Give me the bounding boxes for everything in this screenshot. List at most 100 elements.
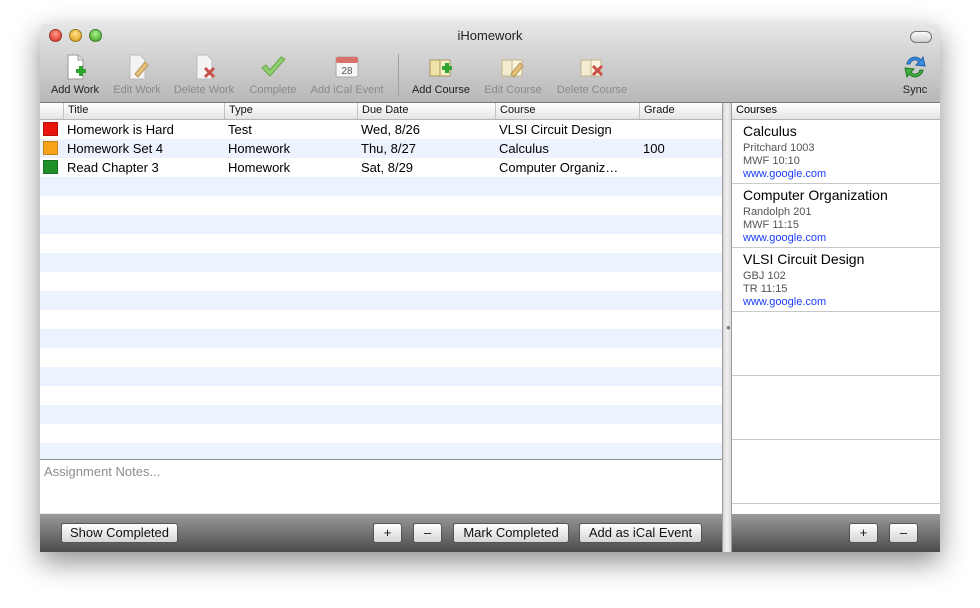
column-header-course[interactable]: Course bbox=[500, 104, 535, 116]
row-title: Homework is Hard bbox=[67, 122, 174, 137]
mark-completed-button[interactable]: Mark Completed bbox=[453, 523, 569, 543]
row-due-date: Wed, 8/26 bbox=[361, 122, 421, 137]
row-stripe bbox=[40, 272, 722, 291]
checkmark-icon bbox=[259, 52, 287, 82]
priority-swatch bbox=[43, 141, 58, 155]
remove-course-small-button[interactable]: – bbox=[889, 523, 918, 543]
remove-assignment-button[interactable]: – bbox=[413, 523, 442, 543]
edit-course-label: Edit Course bbox=[484, 84, 542, 96]
add-work-icon bbox=[61, 52, 89, 82]
courses-header: Courses bbox=[732, 103, 940, 120]
sync-button[interactable]: Sync bbox=[894, 52, 936, 100]
row-title: Homework Set 4 bbox=[67, 141, 164, 156]
delete-work-button[interactable]: Delete Work bbox=[170, 52, 238, 100]
row-stripe bbox=[40, 386, 722, 405]
row-stripe bbox=[40, 424, 722, 443]
edit-work-button[interactable]: Edit Work bbox=[108, 52, 166, 100]
svg-text:28: 28 bbox=[341, 66, 353, 77]
course-url-link[interactable]: www.google.com bbox=[743, 232, 826, 244]
divider-grip-icon: ● bbox=[726, 323, 731, 332]
row-stripe bbox=[40, 443, 722, 459]
row-course: Computer Organiz… bbox=[499, 160, 619, 175]
row-due-date: Sat, 8/29 bbox=[361, 160, 414, 175]
add-course-icon bbox=[427, 52, 455, 82]
calendar-icon: 28 bbox=[333, 52, 361, 82]
row-due-date: Thu, 8/27 bbox=[361, 141, 416, 156]
row-stripe bbox=[40, 177, 722, 196]
row-course: VLSI Circuit Design bbox=[499, 122, 612, 137]
add-course-label: Add Course bbox=[411, 84, 471, 96]
courses-header-label[interactable]: Courses bbox=[736, 104, 777, 116]
row-stripe bbox=[40, 253, 722, 272]
course-time: MWF 11:15 bbox=[743, 219, 800, 231]
course-item[interactable]: VLSI Circuit Design GBJ 102 TR 11:15 www… bbox=[732, 248, 940, 312]
course-name: Computer Organization bbox=[743, 187, 888, 203]
show-completed-button[interactable]: Show Completed bbox=[61, 523, 178, 543]
table-row[interactable]: Homework is Hard Test Wed, 8/26 VLSI Cir… bbox=[40, 120, 722, 139]
column-header-grade[interactable]: Grade bbox=[644, 104, 675, 116]
table-header: Title Type Due Date Course Grade bbox=[40, 103, 722, 120]
row-stripe bbox=[40, 348, 722, 367]
courses-list: Courses Calculus Pritchard 1003 MWF 10:1… bbox=[732, 103, 940, 514]
empty-course-slot bbox=[732, 312, 940, 376]
course-time: MWF 10:10 bbox=[743, 155, 800, 167]
add-ical-event-button[interactable]: 28 Add iCal Event bbox=[306, 52, 388, 100]
add-course-small-button[interactable]: + bbox=[849, 523, 878, 543]
table-row[interactable]: Read Chapter 3 Homework Sat, 8/29 Comput… bbox=[40, 158, 722, 177]
priority-swatch bbox=[43, 122, 58, 136]
split-view-divider[interactable]: ● bbox=[722, 103, 732, 552]
list-bottom-bar: Show Completed + – Mark Completed Add as… bbox=[40, 514, 722, 552]
edit-course-button[interactable]: Edit Course bbox=[480, 52, 546, 100]
row-stripe bbox=[40, 310, 722, 329]
delete-course-button[interactable]: Delete Course bbox=[552, 52, 632, 100]
add-work-label: Add Work bbox=[50, 84, 100, 96]
edit-course-icon bbox=[499, 52, 527, 82]
delete-course-label: Delete Course bbox=[556, 84, 628, 96]
row-title: Read Chapter 3 bbox=[67, 160, 159, 175]
empty-course-slot bbox=[732, 440, 940, 504]
complete-label: Complete bbox=[249, 84, 297, 96]
table-row[interactable]: Homework Set 4 Homework Thu, 8/27 Calcul… bbox=[40, 139, 722, 158]
row-stripe bbox=[40, 367, 722, 386]
course-url-link[interactable]: www.google.com bbox=[743, 296, 826, 308]
add-as-ical-event-button[interactable]: Add as iCal Event bbox=[579, 523, 702, 543]
add-work-button[interactable]: Add Work bbox=[46, 52, 104, 100]
row-type: Homework bbox=[228, 160, 291, 175]
course-name: Calculus bbox=[743, 123, 797, 139]
app-window: iHomework Add Work Edit Work Delete Work bbox=[40, 24, 940, 552]
course-location: GBJ 102 bbox=[743, 270, 786, 282]
course-item[interactable]: Computer Organization Randolph 201 MWF 1… bbox=[732, 184, 940, 248]
toolbar-toggle-button[interactable] bbox=[910, 31, 932, 43]
row-stripe bbox=[40, 405, 722, 424]
edit-work-label: Edit Work bbox=[113, 84, 161, 96]
course-item[interactable]: Calculus Pritchard 1003 MWF 10:10 www.go… bbox=[732, 120, 940, 184]
course-location: Randolph 201 bbox=[743, 206, 812, 218]
delete-course-icon bbox=[578, 52, 606, 82]
course-url-link[interactable]: www.google.com bbox=[743, 168, 826, 180]
empty-course-slot bbox=[732, 376, 940, 440]
row-stripe bbox=[40, 329, 722, 348]
row-stripe bbox=[40, 215, 722, 234]
column-header-due-date[interactable]: Due Date bbox=[362, 104, 408, 116]
delete-work-icon bbox=[190, 52, 218, 82]
course-time: TR 11:15 bbox=[743, 283, 788, 295]
window-title: iHomework bbox=[457, 28, 523, 43]
row-grade: 100 bbox=[643, 141, 665, 156]
add-ical-event-label: Add iCal Event bbox=[310, 84, 384, 96]
column-header-type[interactable]: Type bbox=[229, 104, 253, 116]
delete-work-label: Delete Work bbox=[173, 84, 235, 96]
add-assignment-button[interactable]: + bbox=[373, 523, 402, 543]
column-header-title[interactable]: Title bbox=[68, 104, 88, 116]
row-stripe bbox=[40, 291, 722, 310]
complete-button[interactable]: Complete bbox=[244, 52, 302, 100]
row-stripe bbox=[40, 234, 722, 253]
course-location: Pritchard 1003 bbox=[743, 142, 815, 154]
add-course-button[interactable]: Add Course bbox=[408, 52, 474, 100]
edit-work-icon bbox=[123, 52, 151, 82]
assignment-notes-field[interactable]: Assignment Notes... bbox=[40, 459, 722, 513]
priority-swatch bbox=[43, 160, 58, 174]
row-course: Calculus bbox=[499, 141, 549, 156]
row-type: Homework bbox=[228, 141, 291, 156]
row-type: Test bbox=[228, 122, 252, 137]
assignment-table: Title Type Due Date Course Grade Homewor… bbox=[40, 103, 722, 459]
